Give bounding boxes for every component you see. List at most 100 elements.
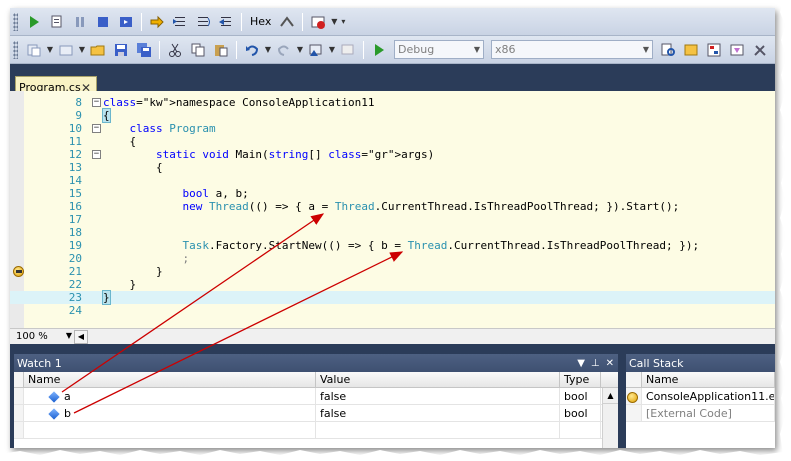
copy-icon[interactable] [187,39,209,61]
collapse-region-icon[interactable]: − [92,124,101,133]
undo-icon[interactable] [241,39,263,61]
code-line[interactable]: 23} [10,290,775,305]
solution-explorer-icon[interactable] [680,39,702,61]
toolbar-grip[interactable] [13,12,18,31]
code-line[interactable]: 8 − class="kw">namespace ConsoleApplicatio… [10,96,775,109]
code-line[interactable]: 10 − class Program [10,122,775,135]
stop-debugging-icon[interactable] [92,11,114,33]
code-line[interactable]: 24 [10,304,775,317]
attach-process-icon[interactable] [46,11,68,33]
call-stack-title-bar[interactable]: Call Stack [626,354,775,372]
code-line[interactable]: 22 } [10,278,775,291]
standard-toolbar: ▼ ▼ ▼ ▼ ▼ Debug ▼ x86 ▼ [10,36,775,64]
line-number: 20 [68,252,82,265]
cut-icon[interactable] [164,39,186,61]
code-line[interactable]: 16 new Thread(() => { a = Thread.Current… [10,200,775,213]
code-line[interactable]: 9{ [10,108,775,123]
watch-new-expression[interactable] [24,422,316,438]
code-editor[interactable]: 8− class="kw">namespace ConsoleApplicatio… [10,91,775,328]
zoom-select[interactable]: 100 % ▼ [10,331,72,342]
properties-window-icon[interactable] [703,39,725,61]
chevron-down-icon[interactable]: ▼ [264,45,272,54]
watch-title-bar[interactable]: Watch 1 ▼ ⊥ ✕ [14,354,618,372]
show-next-statement-icon[interactable] [146,11,168,33]
row-gutter [14,388,24,404]
call-stack-row[interactable]: ConsoleApplication11.e [626,388,775,405]
code-line[interactable]: 11 { [10,135,775,148]
breakpoints-window-icon[interactable] [307,11,329,33]
window-position-icon[interactable]: ▼ [577,358,585,369]
chevron-down-icon[interactable]: ▼ [46,45,54,54]
save-icon[interactable] [110,39,132,61]
toolbar-grip[interactable] [13,40,18,59]
pin-icon[interactable]: ⊥ [591,358,600,369]
code-line[interactable]: 19 Task.Factory.StartNew(() => { b = Thr… [10,239,775,252]
save-all-icon[interactable] [133,39,155,61]
code-text: Task.Factory.StartNew(() => { b = Thread… [182,239,700,252]
continue-icon[interactable] [23,11,45,33]
watch-value[interactable]: false [316,388,560,404]
solution-platform-select[interactable]: x86 ▼ [491,40,653,59]
watch-value[interactable]: false [316,405,560,421]
show-threads-icon[interactable] [276,11,298,33]
line-number: 13 [68,161,82,174]
call-stack-row[interactable]: [External Code] [626,405,775,422]
step-into-icon[interactable] [169,11,191,33]
toolbox-icon[interactable] [749,39,771,61]
column-header-value[interactable]: Value [316,372,560,387]
chevron-down-icon[interactable]: ▼ [330,17,338,26]
column-header-name[interactable]: Name [24,372,316,387]
paste-icon[interactable] [210,39,232,61]
redo-icon[interactable] [273,39,295,61]
column-header-name[interactable]: Name [642,372,775,387]
code-line[interactable]: 14 [10,174,775,187]
row-gutter [626,388,642,404]
code-line[interactable]: 20 ; [10,252,775,265]
solution-configuration-select[interactable]: Debug ▼ [394,40,484,59]
code-line[interactable]: 15 bool a, b; [10,187,775,200]
column-header-type[interactable]: Type [560,372,601,387]
start-debugging-icon[interactable] [368,39,390,61]
toolbar-overflow-icon[interactable]: ▾ [339,17,347,26]
current-frame-icon [627,391,638,403]
call-stack-frame[interactable]: ConsoleApplication11.e [642,388,775,404]
watch-row[interactable]: a false bool [14,388,618,405]
watch-row[interactable]: b false bool [14,405,618,422]
watch-vertical-scrollbar[interactable]: ▲ [602,388,618,448]
step-out-icon[interactable] [215,11,237,33]
code-line[interactable]: 18 [10,226,775,239]
torn-edge-right [777,0,791,461]
code-text: new Thread(() => { a = Thread.CurrentThr… [182,200,680,213]
chevron-down-icon[interactable]: ▼ [78,45,86,54]
watch-name: a [64,390,71,403]
hex-toggle-button[interactable]: Hex [246,15,275,28]
close-icon[interactable]: ✕ [606,358,614,369]
collapse-region-icon[interactable]: − [92,150,101,159]
code-line[interactable]: 21 } [10,265,775,278]
navigate-forward-icon[interactable] [337,39,359,61]
find-in-files-icon[interactable] [657,39,679,61]
open-file-icon[interactable] [87,39,109,61]
object-browser-icon[interactable] [726,39,748,61]
call-stack-frame[interactable]: [External Code] [642,405,775,421]
code-line[interactable]: 12 − static void Main(string[] class="gr"… [10,148,775,161]
row-gutter [14,405,24,421]
line-number: 17 [68,213,82,226]
chevron-down-icon[interactable]: ▼ [328,45,336,54]
chevron-down-icon[interactable]: ▼ [296,45,304,54]
code-line[interactable]: 13 { [10,161,775,174]
chevron-down-icon: ▼ [642,45,649,54]
navigate-backward-icon[interactable] [305,39,327,61]
break-all-icon[interactable] [69,11,91,33]
code-text: bool a, b; [182,187,249,200]
code-line[interactable]: 17 [10,213,775,226]
new-project-icon[interactable] [23,39,45,61]
scroll-left-button[interactable]: ◀ [74,329,88,344]
add-item-icon[interactable] [55,39,77,61]
restart-icon[interactable] [115,11,137,33]
step-over-icon[interactable] [192,11,214,33]
collapse-region-icon[interactable]: − [92,98,101,107]
editor-status-bar: 100 % ▼ ◀ [10,328,775,344]
scroll-up-button[interactable]: ▲ [603,388,618,404]
watch-empty-row[interactable] [14,422,618,439]
